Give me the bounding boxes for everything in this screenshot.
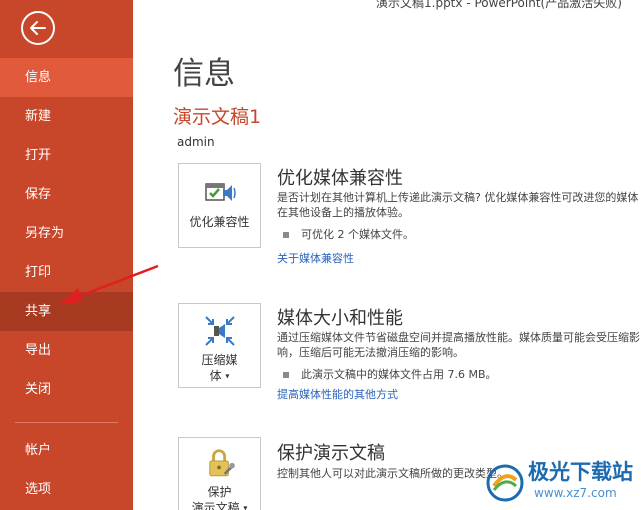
bullet-square-icon [283,372,289,378]
section-desc-compat: 是否计划在其他计算机上传递此演示文稿? 优化媒体兼容性可改进您的媒体在其他设备上… [277,191,639,219]
watermark: 极光下载站 www.xz7.com [484,456,643,510]
media-performance-link[interactable]: 提高媒体性能的其他方式 [277,386,398,402]
nav-export[interactable]: 导出 [0,331,133,370]
window-title: 演示文稿1.pptx - PowerPoint(产品激活失败) [376,0,622,10]
watermark-url: www.xz7.com [534,486,617,500]
page-title: 信息 [173,56,235,92]
back-arrow-icon [30,21,46,35]
back-button[interactable] [21,11,55,45]
bullet-square-icon [283,232,289,238]
lock-key-icon [208,449,235,477]
section-title-size: 媒体大小和性能 [277,308,403,329]
nav-account[interactable]: 帐户 [0,431,133,470]
optimize-compatibility-button[interactable]: 优化兼容性 [178,163,261,248]
compat-bullet: 可优化 2 个媒体文件。 [283,226,414,242]
section-desc-size: 通过压缩媒体文件节省磁盘空间并提高播放性能。媒体质量可能会受压缩影响，压缩后可能… [277,331,640,359]
backstage-sidebar: 信息 新建 打开 保存 另存为 打印 共享 导出 关闭 帐户 选项 [0,0,133,510]
protect-presentation-label: 保护 演示文稿 ▾ [191,484,248,510]
watermark-text: 极光下载站 [528,460,633,484]
compress-media-button[interactable]: 压缩媒体 ▾ [178,303,261,388]
size-bullet-text: 此演示文稿中的媒体文件占用 7.6 MB。 [301,368,497,381]
size-bullet: 此演示文稿中的媒体文件占用 7.6 MB。 [283,366,497,382]
nav-info[interactable]: 信息 [0,58,133,97]
media-compat-icon [204,183,236,201]
nav-new[interactable]: 新建 [0,97,133,136]
nav-divider [15,422,118,423]
section-title-protect: 保护演示文稿 [277,443,385,464]
nav-options[interactable]: 选项 [0,470,133,509]
annotation-arrow-icon [60,264,159,304]
section-title-compat: 优化媒体兼容性 [277,168,403,189]
document-name: 演示文稿1 [173,106,262,128]
watermark-logo-icon [486,464,524,502]
nav-save-as[interactable]: 另存为 [0,214,133,253]
nav-close[interactable]: 关闭 [0,370,133,409]
compress-media-label: 压缩媒体 ▾ [201,353,238,383]
optimize-compatibility-label: 优化兼容性 [189,215,250,229]
about-compat-link[interactable]: 关于媒体兼容性 [277,250,354,266]
nav-open[interactable]: 打开 [0,136,133,175]
nav-save[interactable]: 保存 [0,175,133,214]
document-author: admin [177,135,215,149]
compat-bullet-text: 可优化 2 个媒体文件。 [301,228,414,241]
compress-media-icon [204,316,235,346]
protect-presentation-button[interactable]: 保护 演示文稿 ▾ [178,437,261,510]
